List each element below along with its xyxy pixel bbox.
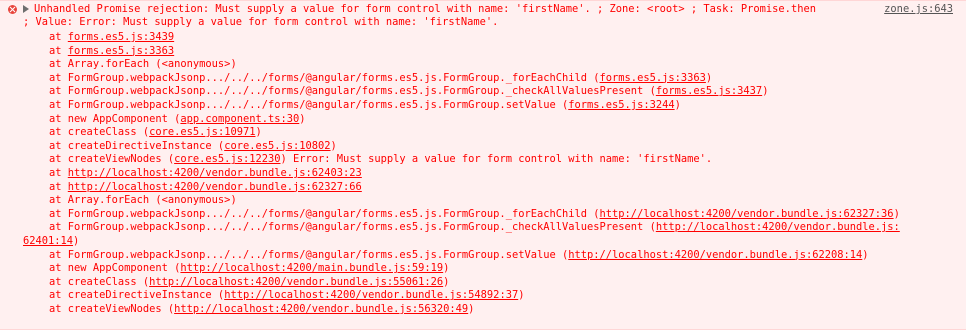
stack-frame-suffix: ): [468, 303, 475, 315]
stack-frame: at FormGroup.webpackJsonp.../../../forms…: [24, 72, 712, 85]
stack-frame-suffix: ): [518, 289, 525, 302]
stack-frame-text: at createViewNodes (: [24, 303, 175, 315]
error-icon: [8, 5, 17, 14]
stack-frame-suffix: ): [73, 235, 80, 247]
stack-frame: at FormGroup.webpackJsonp.../../../forms…: [24, 221, 900, 234]
stack-frame-text: at FormGroup.webpackJsonp.../../../forms…: [24, 85, 656, 98]
stack-frame: at createClass (core.es5.js:10971): [24, 126, 262, 139]
stack-frame-link[interactable]: app.component.ts:30: [180, 113, 299, 125]
stack-frame-link[interactable]: core.es5.js:10802: [224, 140, 330, 152]
stack-frame: at FormGroup.webpackJsonp.../../../forms…: [24, 85, 768, 98]
stack-frame-suffix: ): [674, 99, 681, 111]
stack-frame-link[interactable]: http://localhost:4200/vendor.bundle.js:6…: [600, 208, 894, 220]
stack-frame: at http://localhost:4200/vendor.bundle.j…: [24, 167, 362, 180]
stack-frame-link[interactable]: http://localhost:4200/vendor.bundle.js:: [656, 221, 900, 233]
error-value-line: ; Value: Error: Must supply a value for …: [23, 16, 499, 28]
stack-frame: at forms.es5.js:3363: [24, 45, 174, 58]
stack-frame-text: at Array.forEach (<anonymous>): [24, 58, 237, 71]
stack-frame-text: at FormGroup.webpackJsonp.../../../forms…: [24, 99, 569, 111]
stack-frame-suffix: ): [255, 126, 262, 139]
stack-frame-text: at Array.forEach (<anonymous>): [24, 194, 237, 207]
stack-frame-text: at: [24, 44, 68, 57]
stack-frame-link[interactable]: forms.es5.js:3363: [68, 45, 174, 57]
stack-frame-link[interactable]: forms.es5.js:3437: [656, 85, 762, 97]
stack-frame-link[interactable]: http://localhost:4200/vendor.bundle.js:6…: [68, 181, 362, 193]
stack-frame: at createClass (http://localhost:4200/ve…: [24, 276, 449, 289]
stack-frame-suffix: ): [443, 262, 450, 275]
stack-frame: at createDirectiveInstance (http://local…: [24, 289, 524, 302]
stack-frame: 62401:14): [23, 235, 79, 248]
stack-frame-link[interactable]: http://localhost:4200/main.bundle.js:59:…: [180, 262, 443, 274]
stack-frame: at new AppComponent (http://localhost:42…: [24, 262, 449, 275]
stack-frame-suffix: ): [443, 275, 450, 288]
stack-frame-link[interactable]: core.es5.js:10971: [149, 126, 255, 138]
stack-frame: at FormGroup.webpackJsonp.../../../forms…: [24, 249, 869, 262]
stack-frame-suffix: ): [862, 248, 869, 261]
stack-frame-text: at new AppComponent (: [24, 262, 181, 275]
stack-frame-suffix: ): [330, 139, 337, 152]
source-link[interactable]: zone.js:643: [884, 3, 953, 16]
error-message-line: Unhandled Promise rejection: Must supply…: [34, 3, 816, 15]
stack-frame: at forms.es5.js:3439: [24, 31, 174, 44]
stack-frame: at createViewNodes (core.es5.js:12230) E…: [24, 153, 712, 166]
stack-frame-link[interactable]: forms.es5.js:3363: [600, 72, 706, 84]
stack-frame-suffix: ): [893, 207, 900, 220]
stack-frame-text: at createDirectiveInstance (: [24, 289, 225, 302]
stack-frame-suffix: ): [762, 85, 769, 98]
stack-frame-text: at: [24, 31, 68, 43]
stack-frame-suffix: ) Error: Must supply a value for form co…: [280, 153, 713, 166]
stack-frame-text: at createClass (: [24, 275, 150, 288]
stack-frame-text: at FormGroup.webpackJsonp.../../../forms…: [24, 221, 656, 234]
stack-frame-link[interactable]: core.es5.js:12230: [174, 153, 280, 165]
stack-frame: at Array.forEach (<anonymous>): [24, 58, 237, 71]
stack-frame-text: at createClass (: [24, 126, 150, 139]
stack-frame-link[interactable]: http://localhost:4200/vendor.bundle.js:6…: [568, 249, 862, 261]
stack-frame: at Array.forEach (<anonymous>): [24, 194, 237, 207]
console-error-message: Unhandled Promise rejection: Must supply…: [0, 0, 966, 330]
stack-frame-link[interactable]: forms.es5.js:3439: [68, 31, 174, 43]
stack-frame-link[interactable]: http://localhost:4200/vendor.bundle.js:6…: [68, 167, 362, 179]
stack-frame-text: at: [24, 167, 68, 179]
stack-frame-text: at FormGroup.webpackJsonp.../../../forms…: [24, 71, 600, 84]
stack-frame-text: at FormGroup.webpackJsonp.../../../forms…: [24, 207, 600, 220]
stack-frame-text: at new AppComponent (: [24, 112, 181, 125]
stack-frame-link[interactable]: http://localhost:4200/vendor.bundle.js:5…: [149, 276, 443, 288]
stack-frame: at new AppComponent (app.component.ts:30…: [24, 113, 306, 126]
stack-frame-suffix: ): [705, 71, 713, 84]
expand-triangle-icon[interactable]: [23, 5, 29, 13]
stack-frame-link[interactable]: 62401:14: [23, 235, 73, 247]
stack-frame: at FormGroup.webpackJsonp.../../../forms…: [24, 208, 900, 221]
stack-frame: at createViewNodes (http://localhost:420…: [24, 303, 474, 316]
stack-frame: at FormGroup.webpackJsonp.../../../forms…: [24, 99, 681, 112]
stack-frame-text: at createDirectiveInstance (: [24, 139, 225, 152]
stack-frame-link[interactable]: forms.es5.js:3244: [568, 99, 674, 111]
stack-frame-text: at: [24, 180, 68, 193]
stack-frame-suffix: ): [299, 112, 306, 125]
stack-frame-text: at FormGroup.webpackJsonp.../../../forms…: [24, 248, 569, 261]
stack-frame: at http://localhost:4200/vendor.bundle.j…: [24, 181, 362, 194]
stack-frame-text: at createViewNodes (: [24, 153, 175, 166]
stack-frame-link[interactable]: http://localhost:4200/vendor.bundle.js:5…: [174, 303, 468, 315]
stack-frame: at createDirectiveInstance (core.es5.js:…: [24, 140, 337, 153]
stack-frame-link[interactable]: http://localhost:4200/vendor.bundle.js:5…: [224, 289, 518, 301]
